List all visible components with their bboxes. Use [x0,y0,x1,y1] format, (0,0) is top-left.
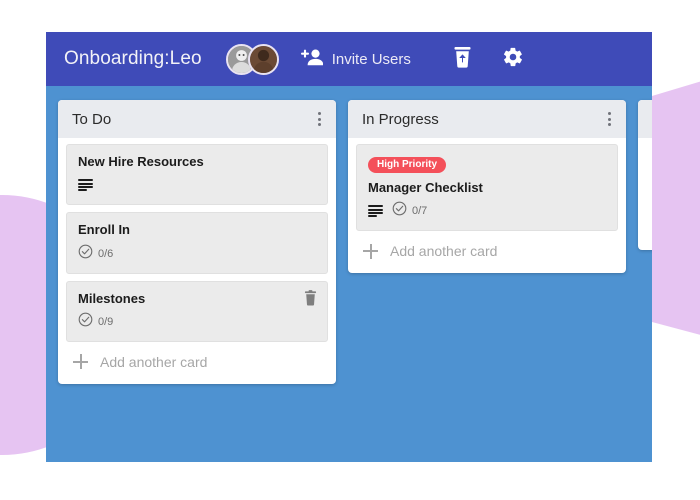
avatar-member-2[interactable] [247,43,279,75]
add-another-card-button[interactable]: Add another card [58,342,336,384]
list-header: In Progress [348,100,626,138]
card-meta [78,177,316,193]
list-to-do: To Do New Hire Resources Enroll In 0/6 M… [58,100,336,384]
card-new-hire-resources[interactable]: New Hire Resources [66,144,328,206]
list-title: To Do [72,110,112,128]
board-title: Onboarding:Leo [64,48,202,69]
list-partial-next [638,100,652,250]
board-canvas: To Do New Hire Resources Enroll In 0/6 M… [46,86,652,462]
checklist-indicator: 0/6 [78,244,113,264]
more-vertical-icon[interactable] [605,108,614,130]
invite-users-button[interactable]: Invite Users [300,48,411,71]
card-collection: New Hire Resources Enroll In 0/6 Milesto… [58,138,336,342]
checklist-indicator: 0/9 [78,312,113,332]
checklist-count: 0/9 [98,315,114,328]
member-avatar-group [225,43,279,75]
card-enroll-in[interactable]: Enroll In 0/6 [66,212,328,274]
decorative-quad-right [652,81,700,335]
card-meta: 0/7 [368,201,606,221]
status-badge: High Priority [368,157,447,173]
card-collection: High Priority Manager Checklist 0/7 [348,138,626,232]
checklist-indicator: 0/7 [392,201,427,221]
check-circle-icon [78,244,93,264]
card-title: Enroll In [78,222,130,238]
settings-button[interactable] [502,46,524,73]
gear-icon [502,46,524,73]
check-circle-icon [78,312,93,332]
add-another-card-label: Add another card [100,353,208,370]
checklist-count: 0/6 [98,247,114,260]
card-manager-checklist[interactable]: High Priority Manager Checklist 0/7 [356,144,618,232]
add-person-icon [300,48,324,71]
plus-icon [363,243,378,259]
description-indicator [368,205,383,218]
list-header: To Do [58,100,336,138]
card-title: New Hire Resources [78,154,204,169]
kanban-app-window: Onboarding:Leo Invite Users To Do New Hi… [46,32,652,462]
list-in-progress: In Progress High Priority Manager Checkl… [348,100,626,274]
description-indicator [78,179,93,192]
trash-restore-icon [453,46,472,73]
check-circle-icon [392,201,407,221]
checklist-count: 0/7 [412,205,428,218]
description-lines-icon [368,205,383,218]
app-topbar: Onboarding:Leo Invite Users [46,32,652,86]
list-header [638,100,652,138]
more-vertical-icon[interactable] [315,108,324,130]
invite-users-label: Invite Users [331,50,411,68]
archive-button[interactable] [453,46,472,73]
add-another-card-button[interactable]: Add another card [348,231,626,273]
card-meta: 0/9 [78,312,316,332]
card-collection [638,138,652,144]
card-title: Milestones [78,290,146,306]
add-another-card-label: Add another card [390,243,498,260]
card-meta: 0/6 [78,244,316,264]
list-title: In Progress [362,110,439,128]
delete-card-icon[interactable] [304,289,317,311]
card-title: Manager Checklist [368,180,483,195]
plus-icon [73,354,88,370]
description-lines-icon [78,179,93,192]
card-milestones[interactable]: Milestones 0/9 [66,280,328,342]
